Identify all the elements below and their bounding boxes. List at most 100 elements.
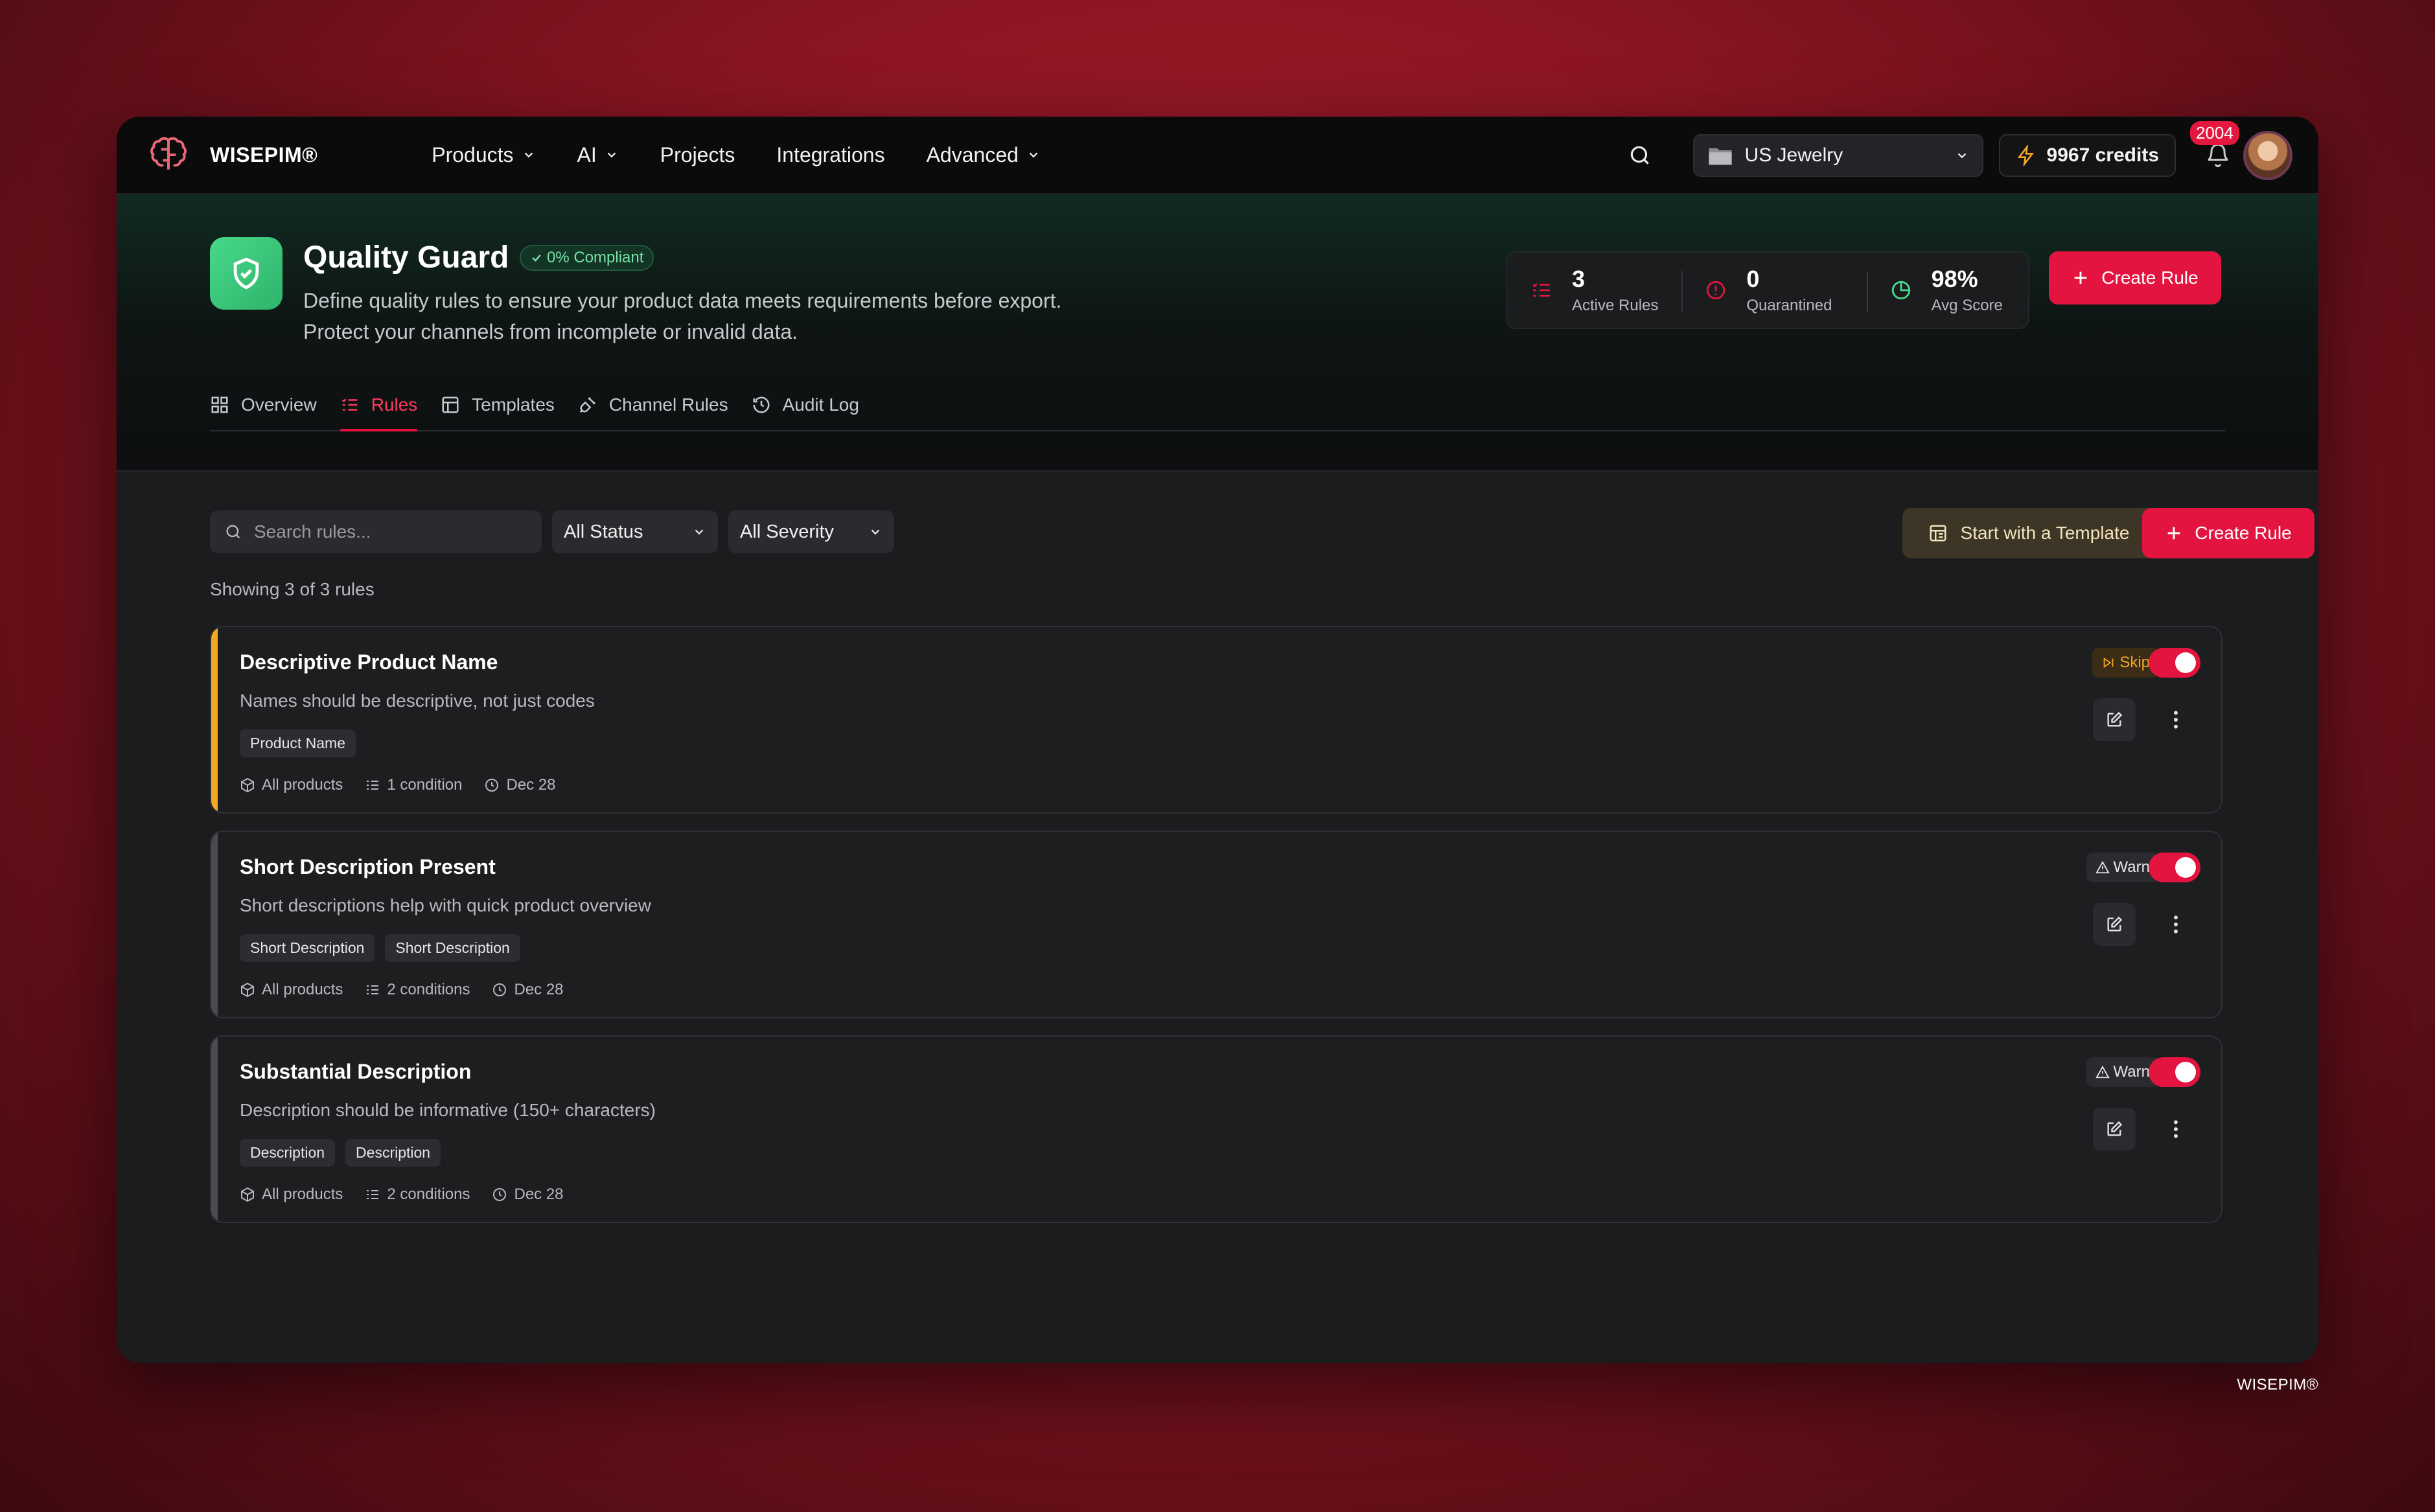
chevron-down-icon (695, 529, 704, 535)
stat-value: 0 (1746, 266, 1760, 292)
nav-products-label: Products (432, 143, 514, 166)
nav-projects[interactable]: Projects (660, 143, 735, 167)
rule-title: Substantial Description (240, 1060, 472, 1083)
tab-channel-rules[interactable]: Channel Rules (578, 384, 728, 426)
page-title: Quality Guard (303, 240, 509, 275)
severity-filter-value: All Severity (740, 521, 835, 542)
nav-advanced[interactable]: Advanced (927, 143, 1041, 167)
status-filter-select[interactable]: All Status (552, 510, 718, 553)
nav-ai[interactable]: AI (577, 143, 619, 167)
footer-brand: WISEPIM® (2237, 1376, 2318, 1393)
severity-filter-select[interactable]: All Severity (728, 510, 894, 553)
start-with-template-button[interactable]: Start with a Template (1902, 508, 2155, 558)
rule-title: Short Description Present (240, 855, 496, 878)
edit-rule-button[interactable] (2093, 1108, 2136, 1151)
status-filter-value: All Status (564, 521, 643, 542)
stat-label: Quarantined (1746, 297, 1832, 314)
results-count: Showing 3 of 3 rules (210, 579, 375, 599)
notifications-button[interactable]: 2004 (2190, 121, 2239, 172)
chevron-down-icon (1029, 152, 1038, 158)
plus-icon (2074, 271, 2087, 284)
rule-meta: All products 2 conditions Dec 28 (240, 1186, 586, 1204)
notification-count-badge: 2004 (2190, 121, 2239, 145)
scope-meta: All products (240, 981, 343, 999)
severity-bar (211, 1037, 218, 1222)
chevron-down-icon (524, 152, 533, 158)
credits-button[interactable]: 9967 credits (1998, 134, 2176, 177)
tab-templates[interactable]: Templates (441, 384, 555, 426)
workspace-select[interactable]: US Jewelry (1692, 134, 1983, 177)
stat-value: 3 (1572, 266, 1586, 292)
stat-value: 98% (1931, 266, 1978, 292)
date-label: Dec 28 (506, 776, 556, 794)
tab-label: Overview (241, 395, 317, 415)
template-icon (442, 396, 459, 413)
stat-label: Avg Score (1931, 297, 2003, 314)
nav-integrations[interactable]: Integrations (776, 143, 884, 167)
warning-icon (2095, 860, 2110, 874)
tab-label: Templates (472, 395, 555, 415)
scope-label: All products (262, 1186, 343, 1203)
search-input[interactable] (254, 521, 526, 542)
shield-icon (210, 237, 283, 310)
nav-products[interactable]: Products (432, 143, 535, 167)
stat-quarantined: 0 Quarantined (1681, 253, 1866, 328)
rule-search (210, 510, 542, 553)
edit-rule-button[interactable] (2093, 903, 2136, 946)
rule-card[interactable]: Short Description Present Short descript… (210, 830, 2222, 1018)
edit-icon (2107, 916, 2123, 932)
grid-icon (211, 396, 228, 413)
brand-name[interactable]: WISEPIM® (210, 143, 317, 167)
edit-rule-button[interactable] (2093, 698, 2136, 741)
rule-title: Descriptive Product Name (240, 650, 498, 674)
date-meta: Dec 28 (492, 981, 564, 999)
rule-meta: All products 2 conditions Dec 28 (240, 981, 586, 999)
create-rule-button[interactable]: Create Rule (2049, 251, 2221, 304)
stat-avg-score: 98% Avg Score (1866, 253, 2028, 328)
plug-icon (579, 396, 596, 413)
nav-integrations-label: Integrations (776, 143, 885, 166)
field-tag: Product Name (240, 729, 356, 757)
create-rule-button[interactable]: Create Rule (2142, 508, 2314, 558)
tab-audit-log[interactable]: Audit Log (752, 384, 859, 426)
global-search-button[interactable] (1626, 141, 1654, 170)
page-description: Define quality rules to ensure your prod… (303, 289, 1062, 343)
conditions-label: 2 conditions (387, 1186, 470, 1203)
field-tag: Short Description (240, 934, 375, 962)
rule-card[interactable]: Descriptive Product Name Names should be… (210, 626, 2222, 814)
rule-enabled-toggle[interactable] (2149, 1057, 2200, 1087)
scope-label: All products (262, 776, 343, 794)
more-options-button[interactable] (2163, 698, 2189, 741)
field-tag: Description (345, 1139, 441, 1167)
brain-logo-icon[interactable] (145, 132, 192, 178)
chevron-down-icon (1957, 153, 1966, 159)
create-rule-label: Create Rule (2195, 523, 2292, 543)
rule-tags: Description Description (240, 1139, 441, 1167)
more-options-button[interactable] (2163, 1108, 2189, 1151)
field-tag: Description (240, 1139, 336, 1167)
rule-meta: All products 1 condition Dec 28 (240, 776, 578, 794)
conditions-label: 2 conditions (387, 981, 470, 998)
template-icon (1930, 525, 1946, 542)
scope-meta: All products (240, 1186, 343, 1204)
tab-rules[interactable]: Rules (340, 384, 417, 431)
user-avatar[interactable] (2243, 131, 2292, 180)
rule-card[interactable]: Substantial Description Description shou… (210, 1035, 2222, 1223)
pie-chart-icon (1891, 281, 1910, 300)
date-label: Dec 28 (514, 1186, 564, 1203)
tab-overview[interactable]: Overview (210, 384, 317, 426)
severity-bar (211, 832, 218, 1017)
credits-label: 9967 credits (2046, 144, 2159, 166)
rule-enabled-toggle[interactable] (2149, 853, 2200, 882)
nav-advanced-label: Advanced (926, 143, 1019, 166)
bell-icon (2208, 143, 2228, 168)
nav-projects-label: Projects (660, 143, 735, 166)
clock-icon (493, 1188, 507, 1201)
top-nav: WISEPIM® Products AI Projects Integratio… (117, 117, 2318, 194)
more-options-button[interactable] (2163, 903, 2189, 946)
chevron-down-icon (607, 152, 616, 158)
search-icon (226, 525, 240, 539)
rule-enabled-toggle[interactable] (2149, 648, 2200, 678)
stats-panel: 3 Active Rules 0 Quarantined 98% Avg Sco… (1506, 251, 2029, 329)
rule-tags: Product Name (240, 729, 356, 757)
